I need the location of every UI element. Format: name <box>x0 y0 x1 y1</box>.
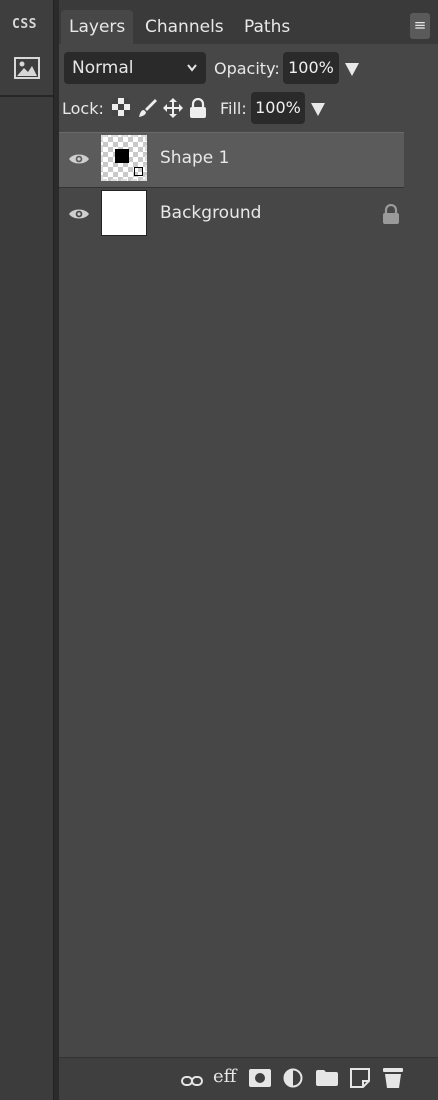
mask-icon[interactable] <box>249 1069 271 1091</box>
lock-move-icon[interactable] <box>163 98 183 122</box>
lock-paint-icon[interactable] <box>138 98 158 122</box>
layer-name: Shape 1 <box>160 148 230 168</box>
lock-all-icon[interactable] <box>189 97 207 122</box>
blend-mode-select[interactable]: Normal <box>64 52 206 84</box>
layer-name: Background <box>160 203 262 223</box>
layer-lock-icon[interactable] <box>382 203 400 228</box>
opacity-dropdown-icon[interactable] <box>345 63 359 76</box>
layers-bottom-toolbar: eff <box>59 1057 438 1100</box>
left-toolbar: CSS <box>0 0 54 1100</box>
tab-paths[interactable]: Paths <box>244 10 290 44</box>
tab-channels[interactable]: Channels <box>145 10 224 44</box>
layer-row-shape-1[interactable]: Shape 1 <box>59 132 404 188</box>
fill-input[interactable]: 100% <box>251 92 305 124</box>
opacity-input[interactable]: 100% <box>283 52 339 84</box>
lock-transparency-icon[interactable] <box>112 98 130 120</box>
hamburger-icon: ≡ <box>413 16 427 34</box>
fill-label: Fill: <box>220 99 247 118</box>
layer-row-background[interactable]: Background <box>59 188 404 242</box>
opacity-label: Opacity: <box>214 59 280 78</box>
link-icon[interactable] <box>181 1072 203 1091</box>
tab-layers[interactable]: Layers <box>61 10 134 44</box>
panel-menu-button[interactable]: ≡ <box>410 13 430 39</box>
fill-dropdown-icon[interactable] <box>311 103 325 116</box>
eye-icon[interactable] <box>68 151 90 170</box>
effects-icon[interactable]: eff <box>213 1066 236 1087</box>
adjustment-icon[interactable] <box>283 1068 303 1092</box>
chevron-down-icon <box>186 52 198 96</box>
layer-thumbnail-shape <box>101 135 147 181</box>
trash-icon[interactable] <box>383 1067 403 1093</box>
lock-label: Lock: <box>62 99 104 118</box>
image-icon[interactable] <box>14 57 40 83</box>
css-icon[interactable]: CSS <box>12 17 37 32</box>
new-layer-icon[interactable] <box>350 1068 370 1092</box>
panel-tabs: Layers Channels Paths ≡ <box>59 0 438 44</box>
vector-mask-icon <box>134 167 143 176</box>
eye-icon[interactable] <box>68 206 90 225</box>
layers-panel: Layers Channels Paths ≡ Normal Opacity: … <box>57 0 438 1100</box>
layer-thumbnail-white <box>101 190 147 236</box>
blend-mode-value: Normal <box>72 58 134 78</box>
folder-icon[interactable] <box>316 1070 338 1090</box>
